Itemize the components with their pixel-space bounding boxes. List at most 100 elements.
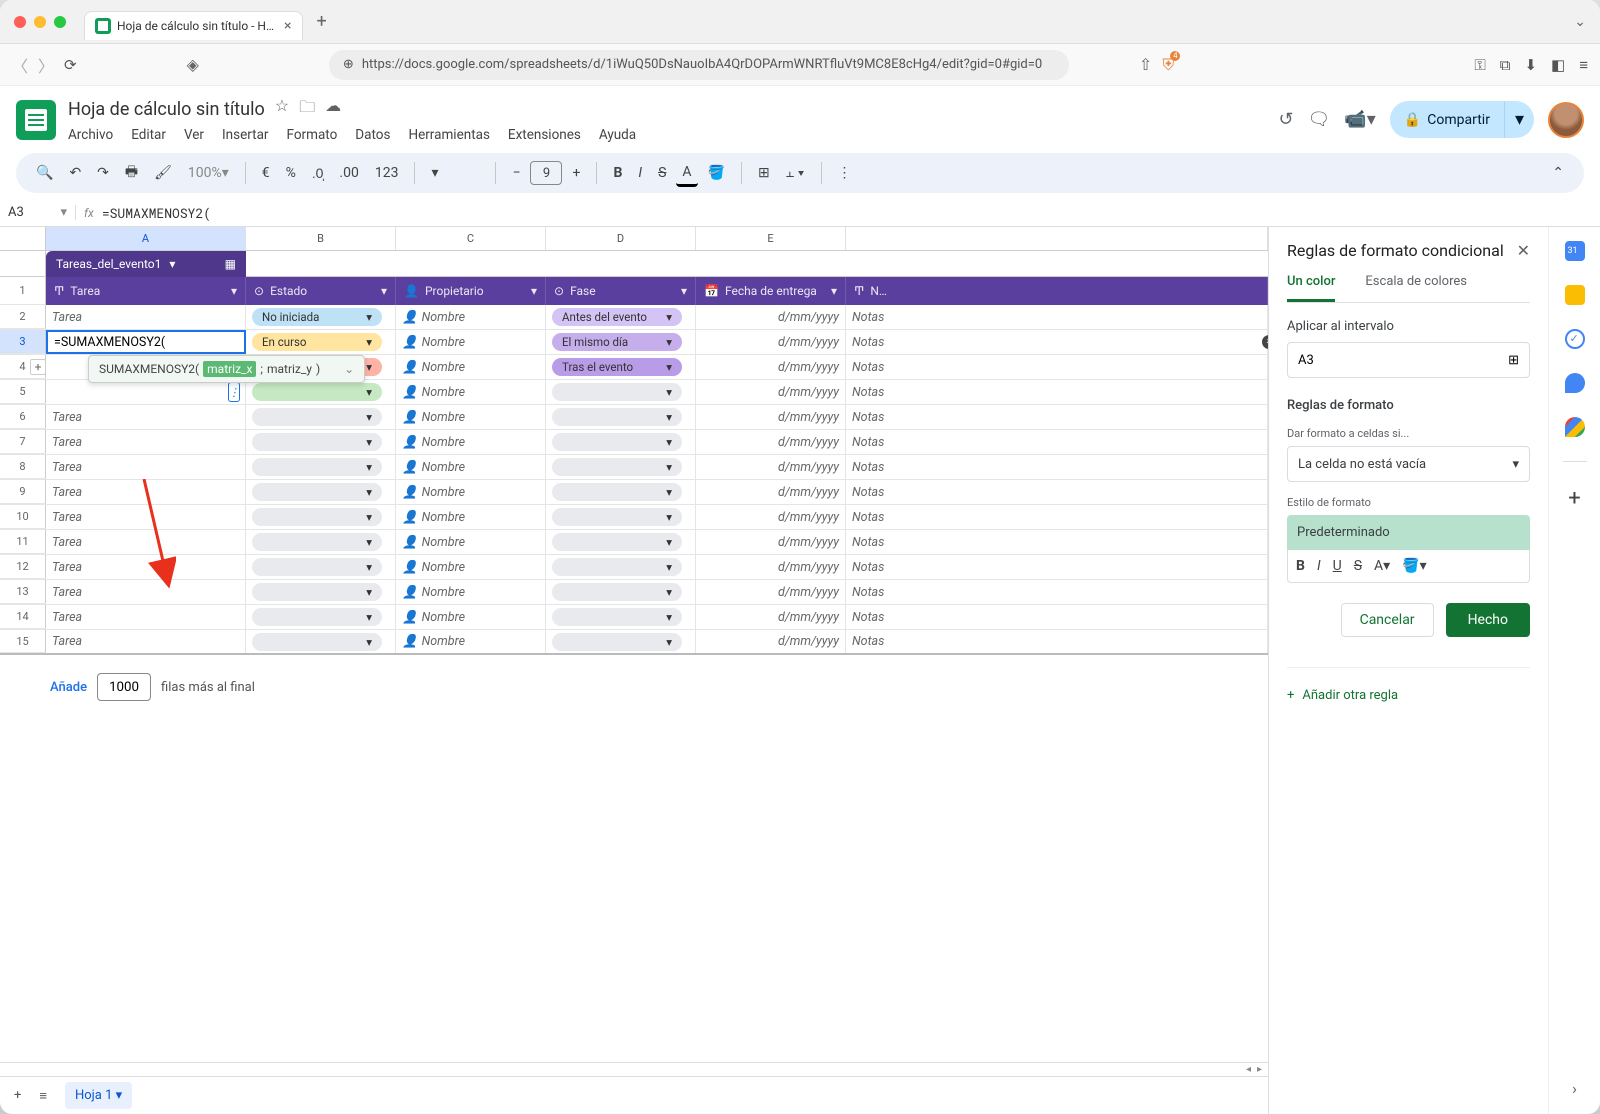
browser-tab[interactable]: Hoja de cálculo sin título - H… × — [84, 11, 303, 40]
maps-icon[interactable] — [1565, 417, 1585, 437]
horizontal-scrollbar[interactable]: ◂▸ — [0, 1062, 1268, 1076]
back-button[interactable]: 〈 — [12, 53, 28, 77]
name-box[interactable]: A3▾ — [0, 205, 76, 220]
menu-ver[interactable]: Ver — [184, 127, 204, 143]
font-select[interactable]: ▾ — [425, 161, 485, 185]
increase-font-button[interactable]: + — [566, 161, 586, 185]
more-toolbar-icon[interactable]: ⋮ — [832, 161, 858, 185]
sheets-logo[interactable] — [16, 100, 56, 140]
spreadsheet-grid[interactable]: A B C D E Tareas_del_evento1▾▦ 1 ͲTarea▾… — [0, 227, 1268, 1114]
add-rows-button[interactable]: Añade — [50, 680, 87, 695]
bookmark-icon[interactable]: ◈ — [187, 55, 199, 74]
row-number[interactable]: 1 — [0, 277, 46, 305]
history-icon[interactable]: ↺ — [1278, 109, 1293, 130]
print-button[interactable]: 🖶 — [119, 157, 144, 189]
add-addon-icon[interactable]: + — [1568, 486, 1580, 511]
share-button[interactable]: 🔒 Compartir — [1390, 101, 1505, 138]
cloud-status-icon[interactable]: ☁ — [325, 96, 341, 123]
sidebar-icon[interactable]: ◧ — [1551, 56, 1565, 74]
bold-button[interactable]: B — [607, 161, 628, 185]
doc-title[interactable]: Hoja de cálculo sin título — [68, 99, 265, 120]
add-rows-count-input[interactable] — [97, 673, 151, 701]
table-row[interactable]: 15Tarea▾👤 Nombre▾d/mm/yyyyNotas — [0, 630, 1268, 655]
meet-icon[interactable]: 📹▾ — [1344, 109, 1375, 130]
account-avatar[interactable] — [1548, 102, 1584, 138]
calendar-icon[interactable] — [1565, 241, 1585, 261]
menu-editar[interactable]: Editar — [131, 127, 166, 143]
column-header-d[interactable]: D — [546, 227, 696, 250]
table-row[interactable]: 4 + SUMAXMENOSY2(matriz_x; matriz_y) ⌄ ▾… — [0, 355, 1268, 380]
cancel-button[interactable]: Cancelar — [1341, 603, 1434, 637]
add-rule-button[interactable]: + Añadir otra regla — [1287, 667, 1530, 703]
column-header-c[interactable]: C — [396, 227, 546, 250]
undo-button[interactable]: ↶ — [63, 161, 87, 185]
table-row[interactable]: 11Tarea▾👤 Nombre▾d/mm/yyyyNotas — [0, 530, 1268, 555]
drag-handle-icon[interactable]: ⋮ — [228, 382, 240, 402]
decrease-font-button[interactable]: − — [506, 161, 526, 185]
font-size-input[interactable]: 9 — [530, 161, 562, 185]
menu-icon[interactable]: ≡ — [1579, 56, 1588, 74]
table-row[interactable]: 8Tarea▾👤 Nombre▾d/mm/yyyyNotas — [0, 455, 1268, 480]
reload-button[interactable]: ⟳ — [64, 56, 77, 74]
tab-color-scale[interactable]: Escala de colores — [1365, 274, 1467, 302]
increase-decimal-button[interactable]: .00 — [333, 161, 364, 185]
collapse-rail-icon[interactable]: › — [1572, 1079, 1577, 1098]
redo-button[interactable]: ↷ — [91, 161, 115, 185]
add-sheet-button[interactable]: + — [14, 1088, 21, 1103]
comments-icon[interactable]: 🗨 — [1308, 109, 1331, 130]
extensions-icon[interactable]: ⧉ — [1500, 56, 1511, 74]
borders-button[interactable]: ⊞ — [752, 161, 776, 185]
all-sheets-button[interactable]: ≡ — [39, 1088, 47, 1104]
share-dropdown[interactable]: ▾ — [1505, 101, 1534, 138]
contacts-icon[interactable] — [1565, 373, 1585, 393]
add-row-icon[interactable]: + — [30, 359, 46, 375]
menu-archivo[interactable]: Archivo — [68, 127, 113, 143]
table-row[interactable]: 3 =SUMAXMENOSY2( En curso▾ × 👤 Nombre El… — [0, 330, 1268, 355]
active-cell[interactable]: =SUMAXMENOSY2( — [46, 330, 246, 354]
fill-color-toggle[interactable]: 🪣▾ — [1402, 558, 1426, 574]
url-input[interactable]: ⊕ https://docs.google.com/spreadsheets/d… — [329, 50, 1069, 80]
share-page-icon[interactable]: ⇧ — [1139, 55, 1152, 74]
search-menus-icon[interactable]: 🔍 — [30, 161, 59, 185]
text-color-toggle[interactable]: A▾ — [1374, 558, 1390, 574]
formula-input[interactable]: =SUMAXMENOSY2( — [102, 204, 211, 222]
done-button[interactable]: Hecho — [1446, 603, 1530, 637]
menu-insertar[interactable]: Insertar — [222, 127, 269, 143]
menu-extensiones[interactable]: Extensiones — [508, 127, 581, 143]
table-row[interactable]: 6Tarea▾👤 Nombre▾d/mm/yyyyNotas — [0, 405, 1268, 430]
strike-button[interactable]: S — [652, 161, 672, 185]
range-input[interactable]: A3 ⊞ — [1287, 342, 1530, 378]
column-header-e[interactable]: E — [696, 227, 846, 250]
tabs-dropdown-icon[interactable]: ⌄ — [1574, 14, 1586, 30]
table-row[interactable]: 12Tarea▾👤 Nombre▾d/mm/yyyyNotas — [0, 555, 1268, 580]
merge-button[interactable]: ⫠ ▾ — [780, 161, 811, 185]
password-icon[interactable]: ⚿ — [1474, 56, 1485, 74]
menu-herramientas[interactable]: Herramientas — [408, 127, 489, 143]
column-header-a[interactable]: A — [46, 227, 246, 250]
shield-icon[interactable]: ⛨ — [1162, 55, 1174, 75]
select-all-corner[interactable] — [0, 227, 46, 250]
table-row[interactable]: 9Tarea▾👤 Nombre▾d/mm/yyyyNotas — [0, 480, 1268, 505]
percent-button[interactable]: % — [280, 161, 302, 185]
close-window[interactable] — [14, 16, 26, 28]
table-row[interactable]: 2 Tarea No iniciada▾ 👤 Nombre Antes del … — [0, 305, 1268, 330]
menu-formato[interactable]: Formato — [287, 127, 338, 143]
condition-select[interactable]: La celda no está vacía▾ — [1287, 446, 1530, 482]
italic-button[interactable]: I — [632, 161, 648, 185]
menu-ayuda[interactable]: Ayuda — [599, 127, 636, 143]
table-row[interactable]: 13Tarea▾👤 Nombre▾d/mm/yyyyNotas — [0, 580, 1268, 605]
italic-toggle[interactable]: I — [1317, 558, 1321, 574]
zoom-select[interactable]: 100% ▾ — [182, 161, 235, 185]
minimize-window[interactable] — [34, 16, 46, 28]
downloads-icon[interactable]: ⬇ — [1524, 56, 1537, 74]
tasks-icon[interactable] — [1565, 329, 1585, 349]
sheet-tab[interactable]: Hoja 1 ▾ — [65, 1082, 132, 1109]
collapse-toolbar-icon[interactable]: ⌃ — [1546, 161, 1570, 185]
currency-euro-button[interactable]: € — [256, 161, 276, 185]
star-icon[interactable]: ☆ — [275, 96, 289, 123]
close-panel-icon[interactable]: ✕ — [1517, 241, 1530, 260]
fill-color-button[interactable]: 🪣 — [702, 161, 731, 185]
maximize-window[interactable] — [54, 16, 66, 28]
close-tab-icon[interactable]: × — [284, 18, 291, 34]
menu-datos[interactable]: Datos — [355, 127, 390, 143]
